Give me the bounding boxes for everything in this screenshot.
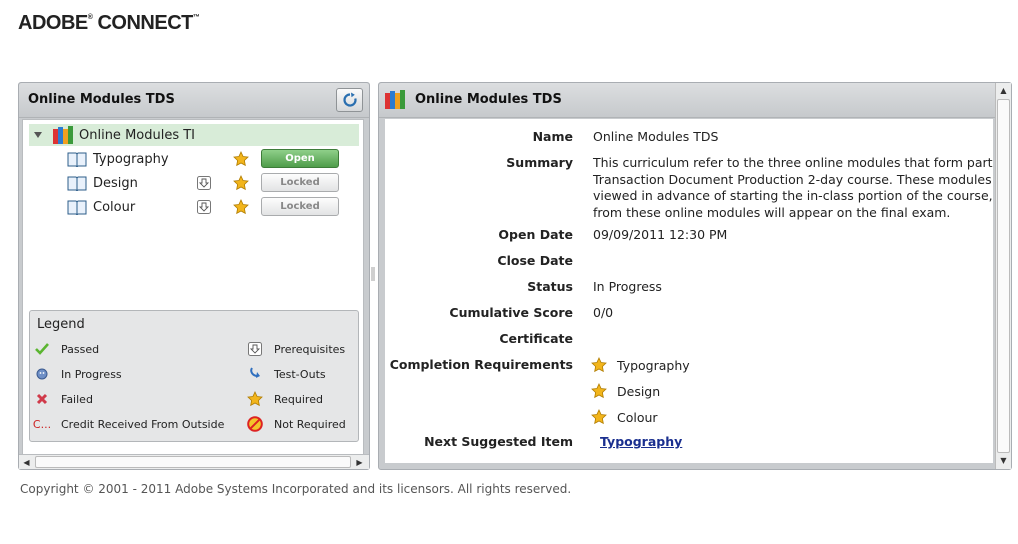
prerequisites-icon xyxy=(197,200,211,214)
cumulative-score-value: 0/0 xyxy=(593,305,614,320)
legend-item-prerequisites: Prerequisites xyxy=(245,341,345,357)
scroll-thumb[interactable] xyxy=(35,456,351,468)
tree-item-label: Typography xyxy=(93,151,169,167)
tree-item-design[interactable]: Design Locked xyxy=(67,172,357,194)
horizontal-scrollbar[interactable]: ◀ ▶ xyxy=(19,454,369,469)
prerequisites-icon xyxy=(248,342,262,356)
legend-item-required: Required xyxy=(245,391,323,407)
legend-item-not-required: Not Required xyxy=(245,416,346,432)
refresh-button[interactable] xyxy=(336,88,363,112)
completion-item: Colour xyxy=(591,409,658,425)
collapse-arrow-icon[interactable] xyxy=(33,130,43,140)
legend-title: Legend xyxy=(37,317,85,332)
in-progress-icon xyxy=(36,368,48,380)
copyright-footer: Copyright © 2001 - 2011 Adobe Systems In… xyxy=(20,482,572,496)
name-label: Name xyxy=(532,129,573,144)
curriculum-books-icon xyxy=(385,90,405,109)
scroll-thumb[interactable] xyxy=(997,99,1010,453)
locked-button[interactable]: Locked xyxy=(261,197,339,216)
close-date-label: Close Date xyxy=(497,253,573,268)
tree-area: Online Modules TI Typography Open Design… xyxy=(22,119,364,455)
star-icon xyxy=(591,409,607,425)
legend-item-in-progress: In Progress xyxy=(32,366,122,382)
tree-item-typography[interactable]: Typography Open xyxy=(67,148,357,170)
required-star-icon xyxy=(233,199,249,215)
scroll-up-arrow[interactable]: ▲ xyxy=(997,84,1010,97)
right-panel-title: Online Modules TDS xyxy=(415,92,562,107)
legend-item-test-outs: Test-Outs xyxy=(245,366,326,382)
left-panel-title: Online Modules TDS xyxy=(28,92,175,107)
not-required-icon xyxy=(247,416,263,432)
summary-value: This curriculum refer to the three onlin… xyxy=(593,155,993,220)
credit-icon: C... xyxy=(32,417,52,431)
failed-x-icon xyxy=(36,393,48,405)
curriculum-books-icon xyxy=(53,126,73,144)
grip-icon xyxy=(371,267,375,281)
adobe-connect-logo: ADOBE® CONNECT™ xyxy=(18,12,200,34)
tree-root-label: Online Modules TI xyxy=(79,127,196,143)
open-button[interactable]: Open xyxy=(261,149,339,168)
required-star-icon xyxy=(233,151,249,167)
scroll-down-arrow[interactable]: ▼ xyxy=(997,454,1010,467)
legend-item-failed: Failed xyxy=(32,391,93,407)
vertical-scrollbar[interactable]: ▲ ▼ xyxy=(995,83,1011,469)
locked-button[interactable]: Locked xyxy=(261,173,339,192)
right-panel-header: Online Modules TDS xyxy=(379,83,1011,118)
status-label: Status xyxy=(527,279,573,294)
details-content: Name Online Modules TDS Summary This cur… xyxy=(385,119,993,463)
summary-label: Summary xyxy=(506,155,573,170)
curriculum-tree-panel: Online Modules TDS Online Modules TI Typ… xyxy=(18,82,370,470)
legend-item-credit: C... Credit Received From Outside xyxy=(32,417,225,431)
star-icon xyxy=(247,391,263,407)
tree-root-node[interactable]: Online Modules TI xyxy=(29,124,359,146)
refresh-icon xyxy=(342,92,357,107)
scroll-right-arrow[interactable]: ▶ xyxy=(353,456,366,468)
star-icon xyxy=(591,357,607,373)
book-icon xyxy=(67,176,87,191)
book-icon xyxy=(67,152,87,167)
status-value: In Progress xyxy=(593,279,662,294)
tree-item-colour[interactable]: Colour Locked xyxy=(67,196,357,218)
open-date-label: Open Date xyxy=(498,227,573,242)
legend-box: Legend Passed Prerequisites In Progress … xyxy=(29,310,359,442)
next-suggested-item-label: Next Suggested Item xyxy=(424,434,573,449)
legend-item-passed: Passed xyxy=(32,341,99,357)
completion-requirements-label: Completion Requirements xyxy=(389,357,573,372)
prerequisites-icon xyxy=(197,176,211,190)
scroll-left-arrow[interactable]: ◀ xyxy=(20,456,33,468)
tree-item-label: Colour xyxy=(93,199,136,215)
next-suggested-item-link[interactable]: Typography xyxy=(600,434,682,451)
name-value: Online Modules TDS xyxy=(593,129,719,144)
check-icon xyxy=(35,343,49,355)
panel-splitter-handle[interactable] xyxy=(371,266,375,282)
open-date-value: 09/09/2011 12:30 PM xyxy=(593,227,728,242)
completion-item: Typography xyxy=(591,357,690,373)
star-icon xyxy=(591,383,607,399)
cumulative-score-label: Cumulative Score xyxy=(449,305,573,320)
details-panel: Online Modules TDS Name Online Modules T… xyxy=(378,82,1012,470)
book-icon xyxy=(67,200,87,215)
tree-item-label: Design xyxy=(93,175,138,191)
left-panel-header: Online Modules TDS xyxy=(19,83,369,118)
test-out-icon xyxy=(250,367,260,378)
completion-item: Design xyxy=(591,383,660,399)
certificate-label: Certificate xyxy=(499,331,573,346)
required-star-icon xyxy=(233,175,249,191)
